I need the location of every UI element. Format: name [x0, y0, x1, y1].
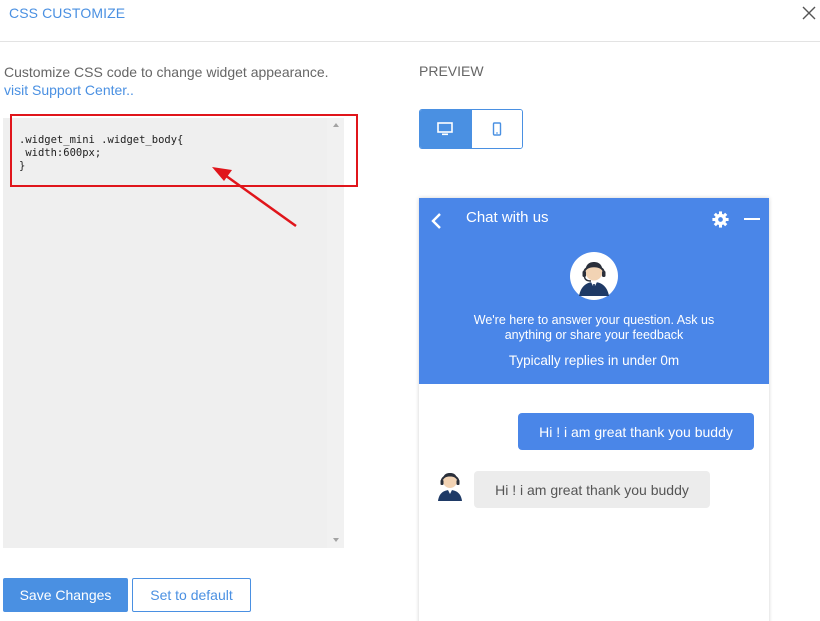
chat-welcome-text: We're here to answer your question. Ask …	[473, 313, 715, 342]
gear-icon[interactable]	[711, 210, 730, 229]
incoming-message: Hi ! i am great thank you buddy	[474, 471, 710, 508]
close-icon[interactable]	[798, 2, 820, 24]
device-toggle	[419, 109, 523, 149]
back-chevron-icon[interactable]	[429, 212, 445, 230]
preview-label: PREVIEW	[419, 63, 484, 79]
minimize-icon[interactable]	[744, 218, 760, 220]
outgoing-message: Hi ! i am great thank you buddy	[518, 413, 754, 450]
mobile-preview-button[interactable]	[470, 110, 522, 148]
editor-description: Customize CSS code to change widget appe…	[4, 63, 329, 99]
support-agent-avatar	[570, 252, 618, 300]
modal-title: CSS CUSTOMIZE	[9, 5, 126, 21]
support-center-link[interactable]: visit Support Center..	[4, 81, 329, 99]
chat-header: Chat with us We're here to answer your q…	[419, 198, 769, 384]
set-to-default-button[interactable]: Set to default	[132, 578, 251, 612]
header-divider	[0, 41, 820, 42]
annotation-highlight-box	[10, 114, 358, 187]
scroll-down-arrow-icon[interactable]	[333, 538, 339, 542]
desktop-icon	[437, 122, 454, 136]
chat-title: Chat with us	[466, 209, 549, 226]
description-text: Customize CSS code to change widget appe…	[4, 64, 329, 80]
mobile-icon	[492, 122, 502, 136]
reply-time-text: Typically replies in under 0m	[508, 353, 680, 368]
desktop-preview-button[interactable]	[420, 110, 471, 148]
agent-avatar-small	[435, 469, 465, 501]
save-changes-button[interactable]: Save Changes	[3, 578, 128, 612]
chat-widget-preview: Chat with us We're here to answer your q…	[419, 198, 769, 621]
